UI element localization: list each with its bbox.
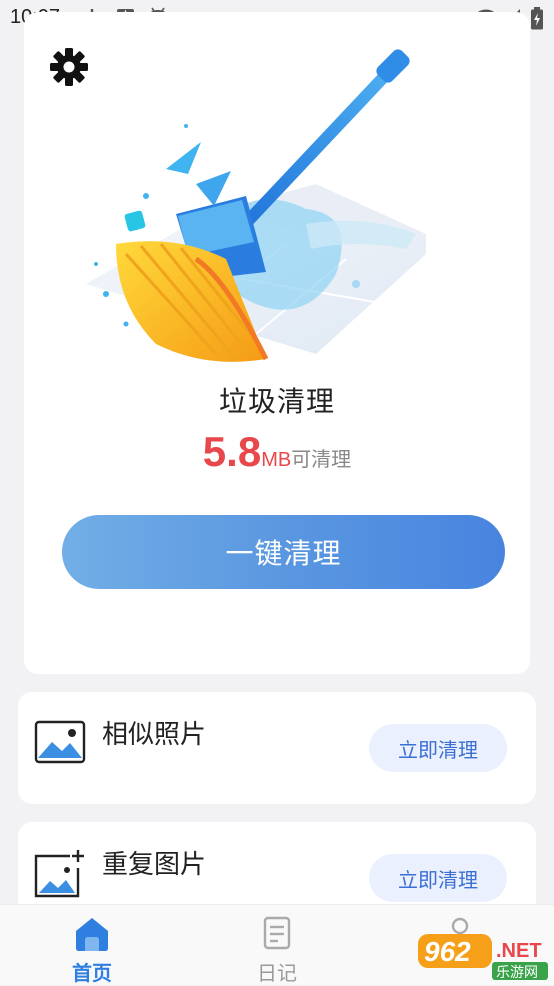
similar-photos-title: 相似照片: [102, 720, 207, 750]
duplicate-images-title: 重复图片: [102, 850, 207, 880]
image-add-icon: [34, 848, 88, 898]
watermark-domain: .NET: [496, 940, 542, 962]
broom-illustration: [66, 34, 446, 384]
junk-size-suffix: 可清理: [291, 447, 352, 471]
duplicate-images-clean-button[interactable]: 立即清理: [369, 854, 507, 902]
nav-item-home[interactable]: 首页: [32, 905, 152, 985]
home-icon: [72, 913, 112, 953]
junk-size-unit: MB: [261, 449, 292, 471]
gear-icon: [48, 46, 90, 92]
watermark-caption: 乐游网: [496, 965, 538, 981]
battery-icon: [530, 7, 544, 35]
watermark-logo: 962 .NET 乐游网: [416, 930, 552, 982]
nav-label-home: 首页: [72, 961, 112, 985]
nav-item-diary[interactable]: 日记: [217, 905, 337, 985]
similar-photos-card[interactable]: 相似照片 立即清理: [18, 692, 536, 804]
similar-photos-clean-button[interactable]: 立即清理: [369, 724, 507, 772]
settings-button[interactable]: [48, 48, 90, 90]
watermark-brand: 962: [424, 936, 471, 967]
document-icon: [257, 913, 297, 953]
junk-clean-title: 垃圾清理: [218, 385, 335, 418]
image-icon: [34, 718, 88, 766]
junk-size-value: 5.8: [202, 428, 262, 475]
one-tap-clean-button[interactable]: 一键清理: [62, 515, 505, 589]
junk-size-row: 5.8MB可清理: [0, 428, 554, 476]
nav-label-diary: 日记: [257, 961, 297, 985]
